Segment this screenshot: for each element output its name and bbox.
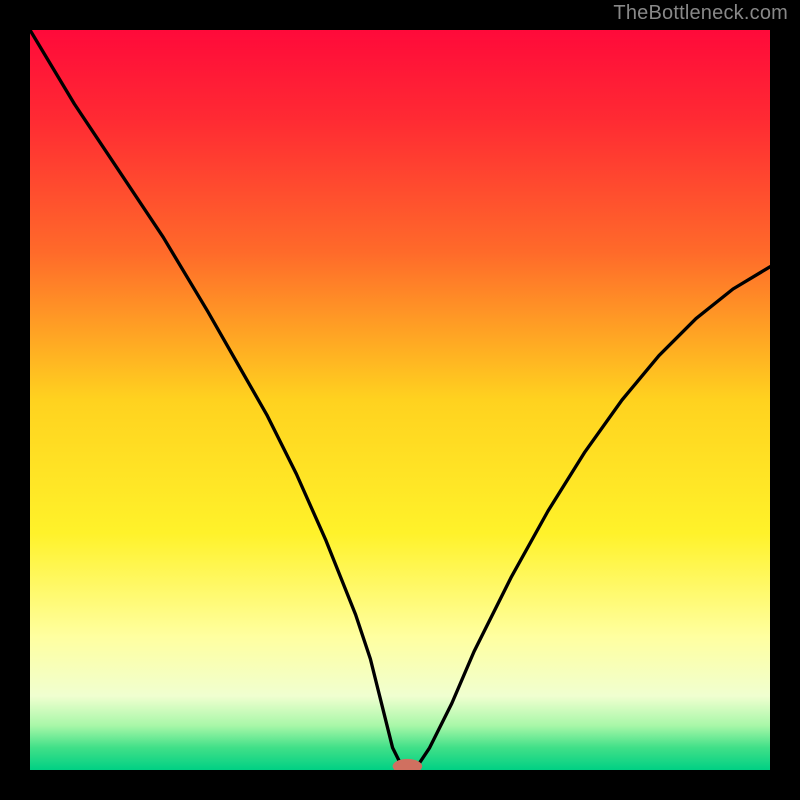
chart-frame: TheBottleneck.com xyxy=(0,0,800,800)
gradient-background xyxy=(30,30,770,770)
chart-svg xyxy=(30,30,770,770)
bottleneck-chart xyxy=(30,30,770,770)
watermark-label: TheBottleneck.com xyxy=(613,2,788,25)
